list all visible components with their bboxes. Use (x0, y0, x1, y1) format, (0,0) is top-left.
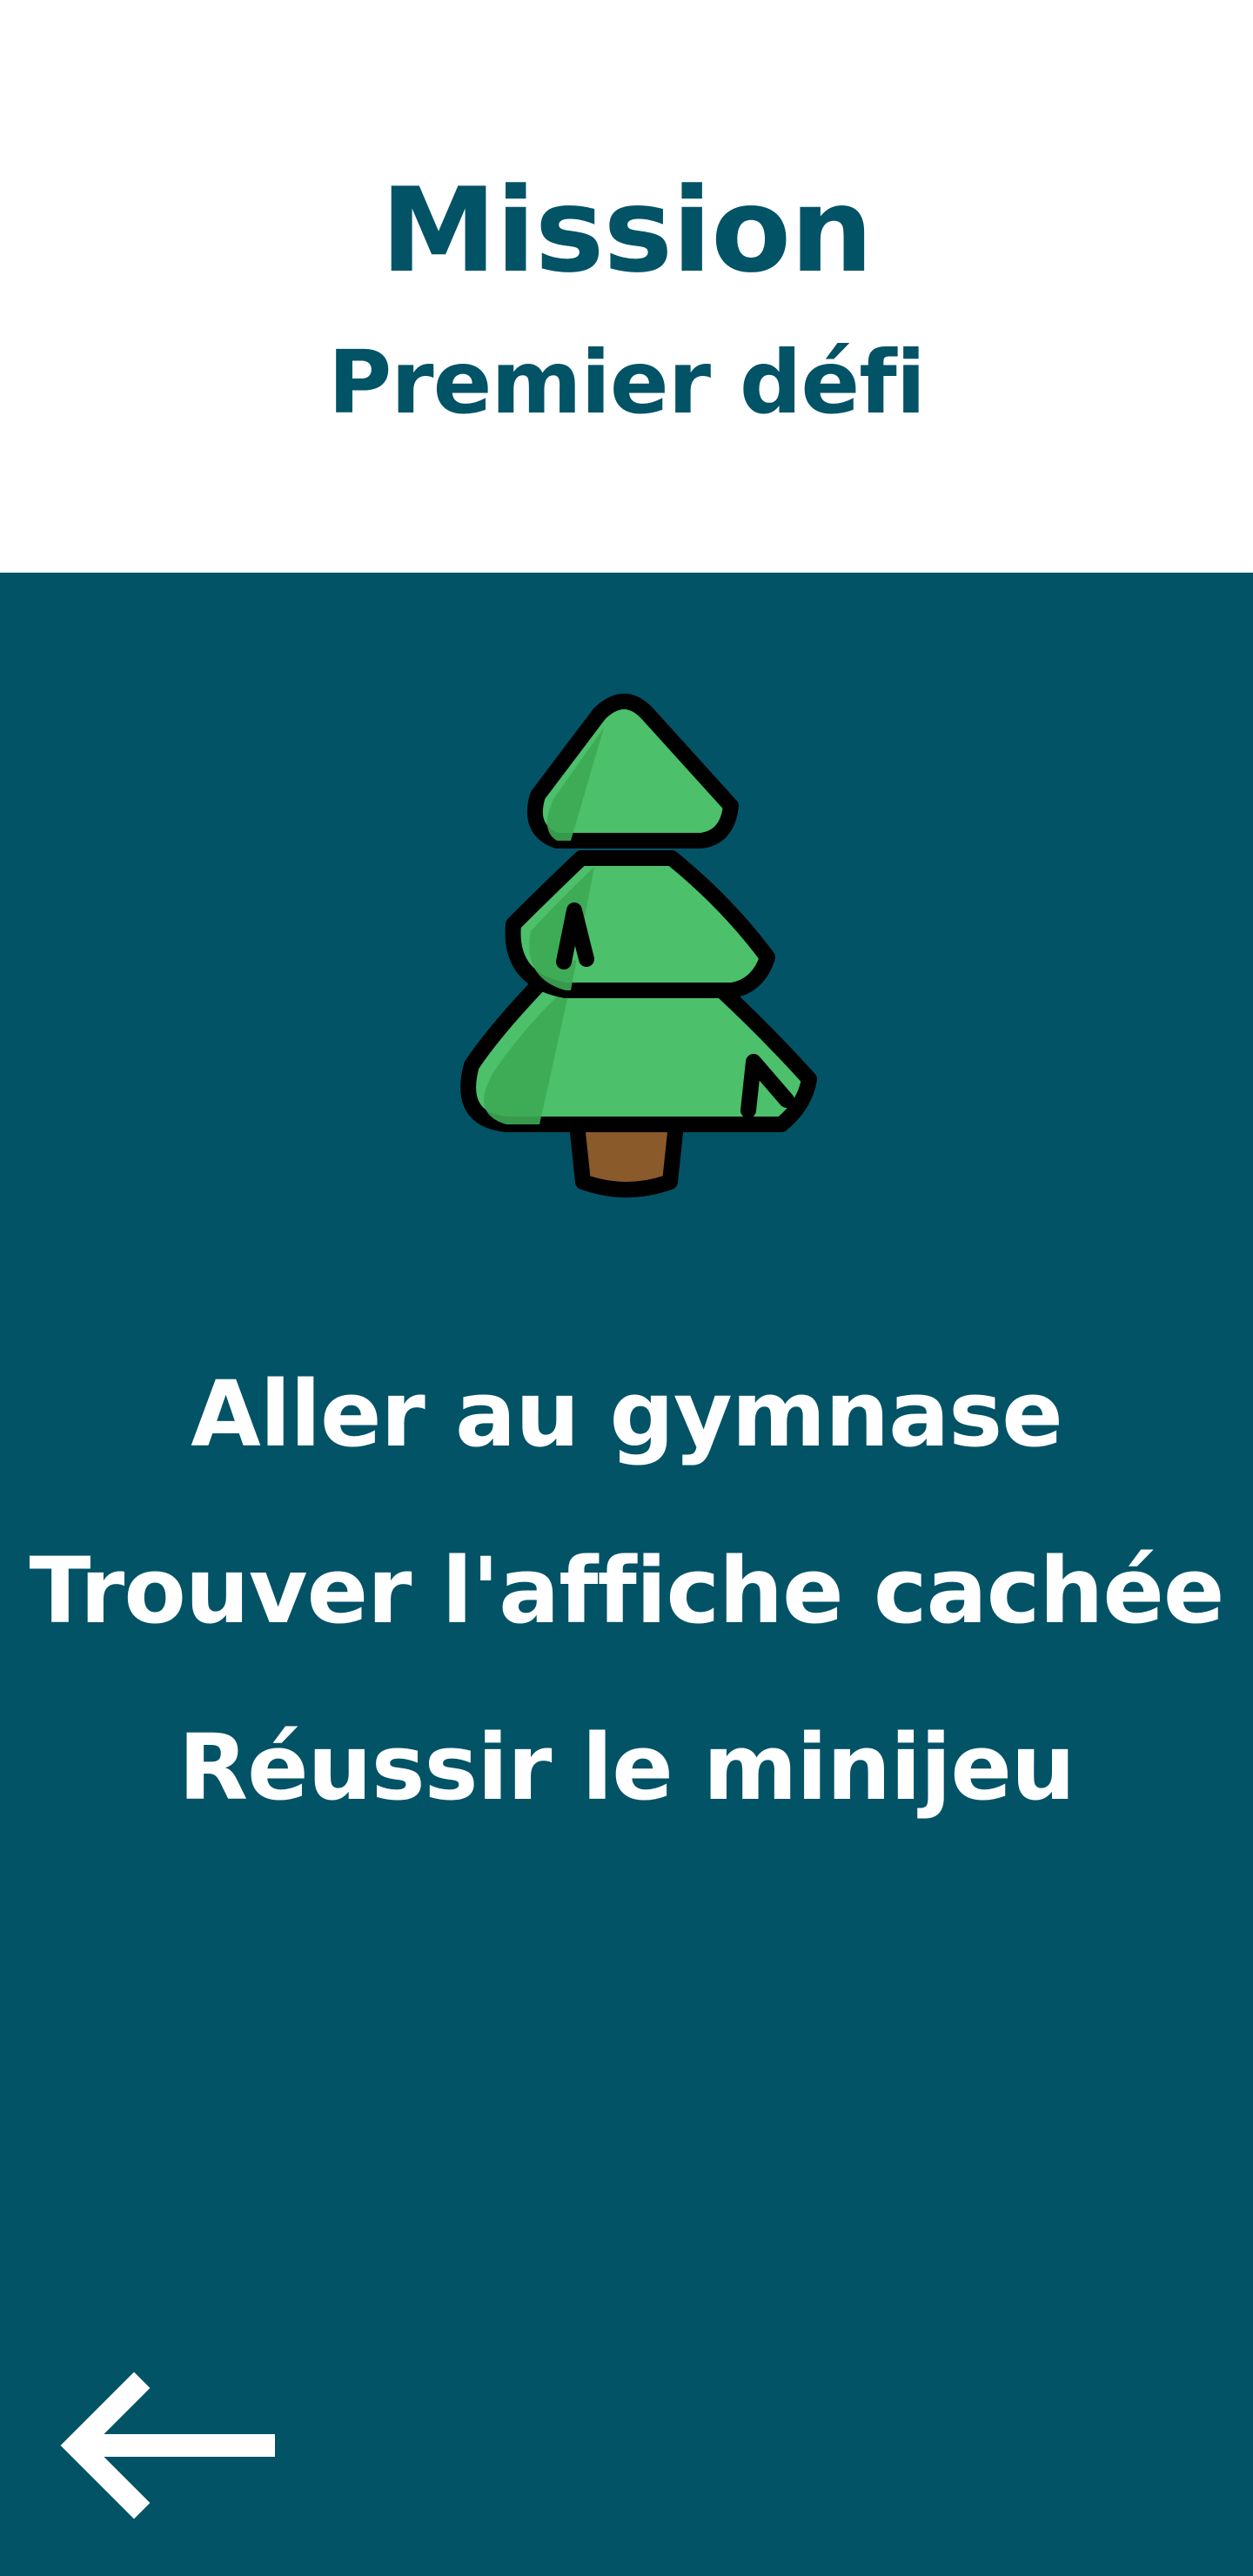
back-button[interactable] (49, 2358, 292, 2532)
mission-task-hidden-poster: Trouver l'affiche cachée (29, 1538, 1225, 1644)
mission-screen: Mission Premier défi Aller au gymnase Tr… (0, 0, 1253, 2576)
pine-tree-icon (418, 644, 835, 1201)
arrow-left-icon (60, 2371, 275, 2519)
page-title: Mission (380, 163, 873, 299)
mission-task-minigame: Réussir le minijeu (178, 1714, 1075, 1821)
page-subtitle: Premier défi (327, 332, 926, 433)
mission-task-gym: Aller au gymnase (191, 1361, 1063, 1467)
mission-header: Mission Premier défi (0, 0, 1253, 573)
